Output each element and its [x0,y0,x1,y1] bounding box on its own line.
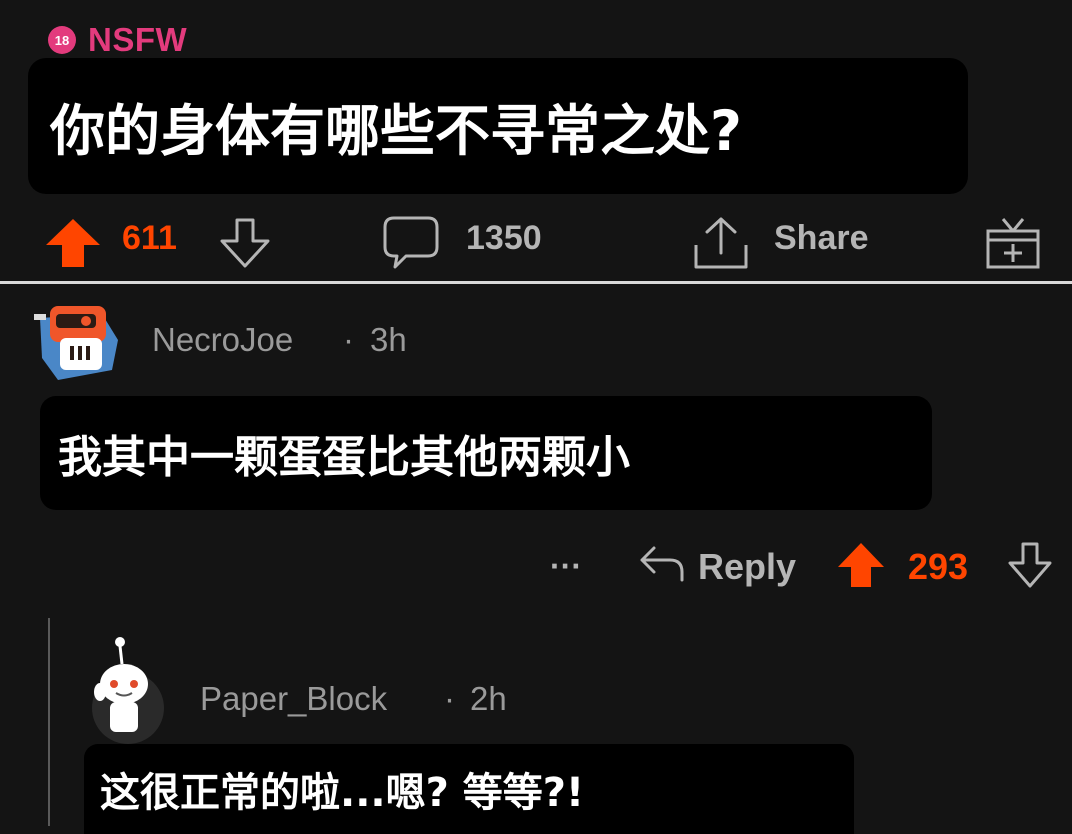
comment-body-box: 我其中一颗蛋蛋比其他两颗小 [40,396,932,510]
divider [0,281,1072,284]
post-action-bar: 611 1350 Share [0,205,1072,275]
comment-time: 3h [370,321,407,358]
upvote-icon[interactable] [836,541,886,589]
post-title: 你的身体有哪些不寻常之处? [50,99,742,163]
upvote-icon[interactable] [44,217,102,269]
comment-separator: · [444,680,455,717]
comment-time: 2h [470,680,507,717]
snoo-robot-icon [34,306,118,380]
more-icon[interactable]: ··· [550,548,582,585]
thread-line[interactable] [48,618,50,826]
avatar-necrojoe[interactable] [28,288,126,386]
post-upvote-count: 611 [122,219,177,257]
comment-upvote-count: 293 [908,546,969,587]
share-icon[interactable] [692,215,750,271]
reply-button[interactable]: Reply [698,546,796,588]
avatar-paper-block[interactable] [82,636,174,744]
share-label[interactable]: Share [774,219,869,258]
post-comment-count: 1350 [466,219,542,257]
comment-text: 我其中一颗蛋蛋比其他两颗小 [58,432,630,483]
nsfw-label: NSFW [88,21,188,58]
comment-username[interactable]: Paper_Block [200,680,387,718]
comment-icon[interactable] [382,215,440,271]
downvote-icon[interactable] [218,217,272,269]
award-icon[interactable] [984,211,1042,271]
comment-text: 这很正常的啦...嗯? 等等?! [100,770,585,816]
nsfw-18-icon: 18 [48,26,76,54]
snoo-avatar-icon [92,637,164,744]
comment-body-box: 这很正常的啦...嗯? 等等?! [84,744,854,834]
comment-username[interactable]: NecroJoe [152,321,293,359]
post-title-box: 你的身体有哪些不寻常之处? [28,58,968,194]
downvote-icon[interactable] [1006,541,1054,589]
nsfw-tag: 18 NSFW [48,20,187,60]
comment-separator: · [343,321,354,358]
reply-icon[interactable] [638,542,686,586]
